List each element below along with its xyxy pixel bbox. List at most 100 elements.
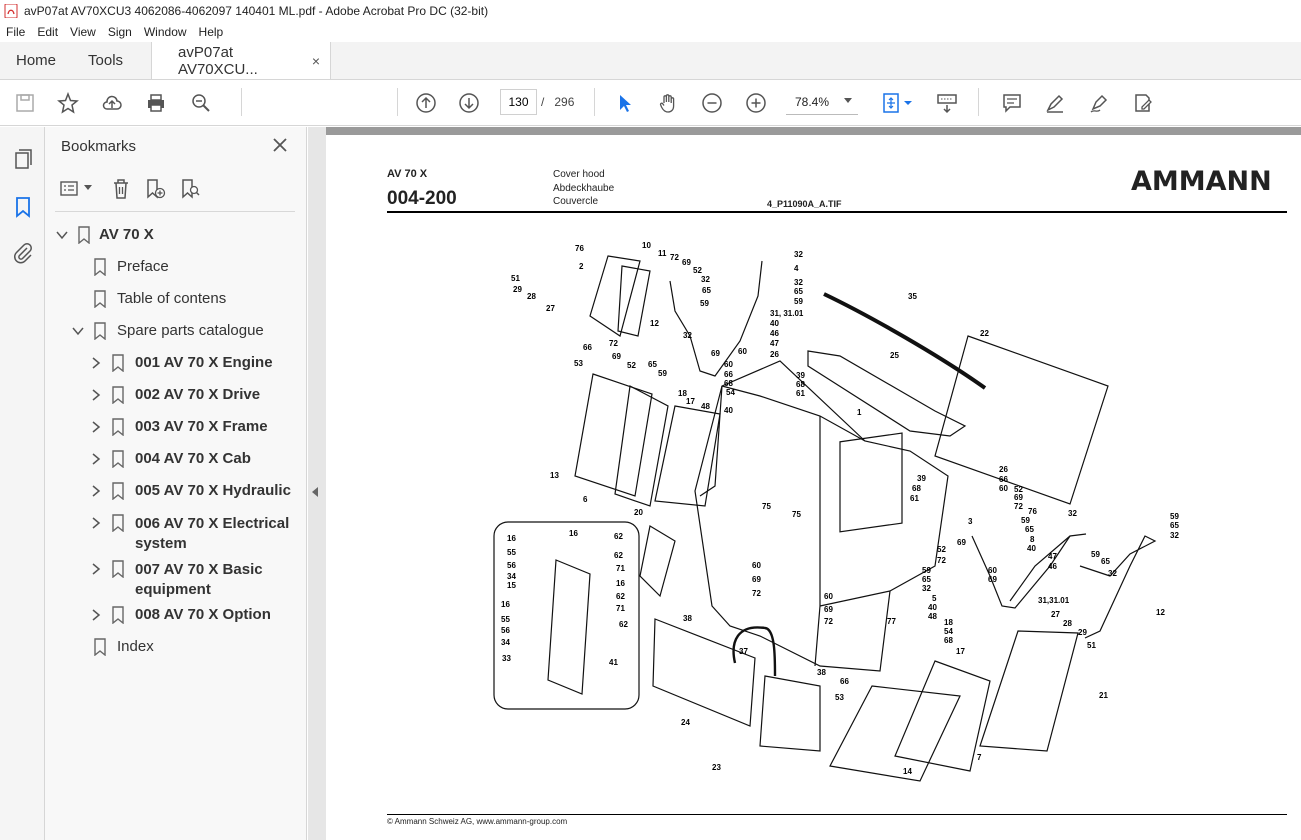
collapse-panel-arrow-icon[interactable] bbox=[312, 487, 318, 497]
save-icon[interactable] bbox=[13, 91, 37, 115]
zoom-out-icon[interactable] bbox=[700, 91, 724, 115]
page-total: / 296 bbox=[541, 95, 574, 109]
bookmark-001-engine[interactable]: 001 AV 70 X Engine bbox=[89, 354, 273, 372]
sign-pen-icon[interactable] bbox=[1087, 91, 1111, 115]
bookmark-label: 007 AV 70 X Basic bbox=[135, 561, 263, 578]
part-callout: 72 bbox=[609, 339, 618, 348]
close-tab-icon[interactable]: × bbox=[312, 53, 320, 69]
part-callout: 59 bbox=[1021, 516, 1030, 525]
options-menu-icon[interactable] bbox=[59, 177, 83, 201]
upload-cloud-icon[interactable] bbox=[100, 91, 124, 115]
close-panel-icon[interactable] bbox=[271, 136, 289, 154]
menu-file[interactable]: File bbox=[0, 25, 31, 39]
page-thumbnails-icon[interactable] bbox=[11, 147, 35, 171]
bookmark-preface[interactable]: Preface bbox=[93, 258, 169, 276]
part-callout: 32 bbox=[922, 584, 931, 593]
tab-home-label: Home bbox=[16, 52, 57, 69]
panel-23 bbox=[759, 675, 821, 752]
keyboard-scroll-icon[interactable] bbox=[935, 91, 959, 115]
bookmark-spare-parts-catalogue[interactable]: Spare parts catalogue bbox=[71, 322, 264, 340]
tab-tools[interactable]: Tools bbox=[72, 42, 139, 79]
bookmark-005-hydraulic[interactable]: 005 AV 70 X Hydraulic bbox=[89, 482, 291, 500]
toolbar-separator bbox=[241, 88, 242, 116]
toolbar-separator bbox=[397, 88, 398, 116]
bookmark-label: 003 AV 70 X Frame bbox=[135, 418, 268, 435]
part-callout: 16 bbox=[569, 529, 578, 538]
bookmark-002-drive[interactable]: 002 AV 70 X Drive bbox=[89, 386, 260, 404]
bookmark-label: Table of contens bbox=[117, 290, 227, 307]
part-callout: 27 bbox=[546, 304, 555, 313]
bookmark-008-option[interactable]: 008 AV 70 X Option bbox=[89, 606, 271, 624]
bookmarks-divider bbox=[55, 211, 295, 212]
chevron-right-icon[interactable] bbox=[89, 420, 103, 434]
part-callout: 56 bbox=[501, 626, 510, 635]
tab-home[interactable]: Home bbox=[0, 42, 72, 79]
part-callout: 41 bbox=[609, 658, 618, 667]
bookmark-006-electrical-system[interactable]: 006 AV 70 X Electrical system bbox=[89, 514, 289, 554]
doc-title-en: Cover hood bbox=[553, 169, 605, 180]
bookmark-label: 006 AV 70 X Electrical bbox=[135, 515, 290, 532]
bookmarks-panel-icon[interactable] bbox=[11, 195, 35, 219]
page-number-input[interactable] bbox=[500, 89, 537, 115]
bookmark-av70x[interactable]: AV 70 X bbox=[55, 226, 154, 244]
print-icon[interactable] bbox=[144, 91, 168, 115]
part-callout: 39 bbox=[796, 371, 805, 380]
menu-view[interactable]: View bbox=[64, 25, 102, 39]
zoom-level-select[interactable]: 78.4% bbox=[786, 89, 858, 115]
bookmark-icon bbox=[112, 514, 124, 532]
toolbar-separator bbox=[978, 88, 979, 116]
part-callout: 26 bbox=[770, 350, 779, 359]
new-bookmark-icon[interactable] bbox=[143, 177, 167, 201]
part-callout: 14 bbox=[903, 767, 912, 776]
find-bookmark-icon[interactable] bbox=[179, 177, 203, 201]
menu-help[interactable]: Help bbox=[193, 25, 230, 39]
chevron-right-icon[interactable] bbox=[89, 388, 103, 402]
options-dropdown-icon[interactable] bbox=[84, 185, 92, 191]
part-callout: 7 bbox=[977, 753, 982, 762]
attachments-icon[interactable] bbox=[11, 241, 35, 265]
previous-page-icon[interactable] bbox=[414, 91, 438, 115]
part-callout: 18 bbox=[944, 618, 953, 627]
chevron-right-icon[interactable] bbox=[89, 484, 103, 498]
part-callout: 47 bbox=[1048, 552, 1057, 561]
part-callout: 17 bbox=[956, 647, 965, 656]
part-callout: 40 bbox=[770, 319, 779, 328]
bookmark-003-frame[interactable]: 003 AV 70 X Frame bbox=[89, 418, 268, 436]
bookmark-table-of-contents[interactable]: Table of contens bbox=[93, 290, 226, 308]
fit-page-icon[interactable] bbox=[880, 91, 904, 115]
menu-edit[interactable]: Edit bbox=[31, 25, 64, 39]
bookmark-index[interactable]: Index bbox=[93, 638, 154, 656]
doc-file-name: 4_P11090A_A.TIF bbox=[767, 199, 842, 209]
chevron-right-icon[interactable] bbox=[89, 356, 103, 370]
highlight-pen-icon[interactable] bbox=[1043, 91, 1067, 115]
part-callout: 62 bbox=[614, 551, 623, 560]
chevron-down-icon[interactable] bbox=[71, 324, 85, 338]
menu-window[interactable]: Window bbox=[138, 25, 193, 39]
chevron-right-icon[interactable] bbox=[89, 608, 103, 622]
chevron-right-icon[interactable] bbox=[89, 452, 103, 466]
zoom-search-icon[interactable] bbox=[189, 91, 213, 115]
redact-edit-icon[interactable] bbox=[1131, 91, 1155, 115]
chevron-down-icon[interactable] bbox=[55, 228, 69, 242]
part-callout: 66 bbox=[583, 343, 592, 352]
star-icon[interactable] bbox=[56, 91, 80, 115]
tab-document[interactable]: avP07at AV70XCU... × bbox=[151, 42, 332, 79]
zoom-in-icon[interactable] bbox=[744, 91, 768, 115]
bookmark-007-basic-equipment[interactable]: 007 AV 70 X Basic equipment bbox=[89, 560, 263, 600]
menu-sign[interactable]: Sign bbox=[102, 25, 138, 39]
part-callout: 72 bbox=[937, 556, 946, 565]
bookmark-004-cab[interactable]: 004 AV 70 X Cab bbox=[89, 450, 251, 468]
delete-bookmark-icon[interactable] bbox=[109, 177, 133, 201]
chevron-right-icon[interactable] bbox=[89, 562, 103, 576]
hand-tool-icon[interactable] bbox=[656, 91, 680, 115]
next-page-icon[interactable] bbox=[457, 91, 481, 115]
part-callout: 28 bbox=[1063, 619, 1072, 628]
part-callout: 37 bbox=[739, 647, 748, 656]
chevron-right-icon[interactable] bbox=[89, 516, 103, 530]
comment-icon[interactable] bbox=[1000, 91, 1024, 115]
part-callout: 53 bbox=[835, 693, 844, 702]
select-cursor-icon[interactable] bbox=[613, 91, 637, 115]
part-callout: 69 bbox=[612, 352, 621, 361]
fit-page-dropdown-icon[interactable] bbox=[903, 91, 913, 115]
part-callout: 53 bbox=[574, 359, 583, 368]
